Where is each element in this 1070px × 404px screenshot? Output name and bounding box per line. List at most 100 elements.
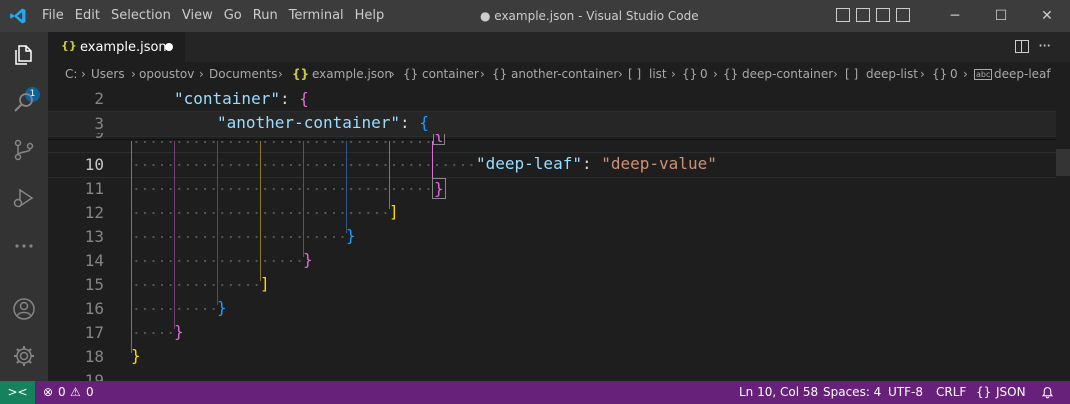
notifications-bell-icon[interactable]	[1041, 386, 1054, 399]
code-editor[interactable]: 2 3 9 10 11 12 13 14 15 16 17 18 19 "con…	[48, 86, 1070, 381]
breadcrumb-item[interactable]: C:	[65, 67, 77, 81]
sticky-scroll-separator	[48, 139, 1056, 140]
search-icon[interactable]	[12, 90, 36, 114]
run-debug-icon[interactable]	[12, 186, 36, 210]
errors-icon[interactable]: ⊗	[43, 385, 53, 399]
breadcrumb-item[interactable]: container	[422, 67, 479, 81]
breadcrumb-item[interactable]: 0	[700, 67, 708, 81]
string-icon: abc	[974, 69, 993, 80]
chevron-right-icon: ›	[833, 67, 838, 81]
more-actions-icon[interactable]: ···	[1038, 36, 1051, 55]
code-line-12: ]	[389, 202, 399, 221]
menu-bar: File Edit Selection View Go Run Terminal…	[42, 0, 395, 32]
scrollbar-thumb[interactable]	[1056, 149, 1070, 176]
menu-selection[interactable]: Selection	[111, 0, 179, 32]
object-icon: {}	[932, 67, 948, 81]
settings-gear-icon[interactable]	[12, 344, 36, 368]
cursor-position[interactable]: Ln 10, Col 58	[739, 385, 818, 399]
more-views-icon[interactable]	[12, 234, 36, 258]
warning-count[interactable]: 0	[86, 385, 94, 399]
menu-terminal[interactable]: Terminal	[289, 0, 352, 32]
breadcrumb-item[interactable]: Documents	[209, 67, 277, 81]
line-number: 9	[48, 133, 104, 142]
code-line-16: }	[217, 298, 227, 317]
line-number: 3	[94, 114, 104, 133]
indent-guide	[131, 141, 132, 353]
language-icon[interactable]: {}	[976, 385, 991, 399]
menu-help[interactable]: Help	[355, 0, 393, 32]
toggle-primary-sidebar-icon[interactable]	[836, 8, 850, 22]
chevron-right-icon: ›	[390, 67, 395, 81]
menu-view[interactable]: View	[182, 0, 221, 32]
vertical-scrollbar[interactable]	[1056, 86, 1070, 381]
chevron-right-icon: ›	[618, 67, 623, 81]
error-count[interactable]: 0	[58, 385, 66, 399]
indentation[interactable]: Spaces: 4	[823, 385, 881, 399]
line-number: 11	[84, 179, 104, 198]
warnings-icon[interactable]: ⚠	[70, 385, 81, 399]
code-line-9: {	[433, 134, 445, 145]
menu-edit[interactable]: Edit	[75, 0, 108, 32]
status-bar: >< ⊗ 0 ⚠ 0 Ln 10, Col 58 Spaces: 4 UTF-8…	[0, 381, 1070, 404]
code-line-10: "deep-leaf": "deep-value"	[476, 154, 717, 173]
customize-layout-icon[interactable]	[896, 8, 910, 22]
indent-guide	[174, 141, 175, 329]
line-number: 10	[84, 155, 104, 174]
whitespace-dots	[132, 332, 175, 334]
object-icon: {}	[723, 67, 739, 81]
whitespace-dots	[132, 308, 218, 310]
toggle-secondary-sidebar-icon[interactable]	[876, 8, 890, 22]
vscode-logo-icon	[10, 8, 26, 24]
split-editor-icon[interactable]	[1015, 40, 1029, 53]
line-number: 15	[84, 275, 104, 294]
language-mode[interactable]: JSON	[996, 385, 1026, 399]
breadcrumb-item[interactable]: deep-list	[866, 67, 918, 81]
breadcrumb: C: › Users › opoustov › Documents › {} e…	[48, 62, 1070, 86]
colon: :	[581, 154, 592, 173]
source-control-icon[interactable]	[12, 138, 36, 162]
whitespace-dots	[132, 284, 261, 286]
line-number: 2	[94, 89, 104, 108]
explorer-icon[interactable]	[12, 43, 36, 67]
remote-indicator-icon[interactable]: ><	[0, 381, 35, 404]
breadcrumb-item[interactable]: example.json	[312, 67, 392, 81]
breadcrumb-item[interactable]: deep-container	[742, 67, 833, 81]
colon: :	[279, 89, 290, 108]
chevron-right-icon: ›	[963, 67, 968, 81]
maximize-button[interactable]: ☐	[978, 0, 1024, 32]
tab-example-json[interactable]: {} example.json	[48, 32, 185, 62]
breadcrumb-item[interactable]: deep-leaf	[994, 67, 1051, 81]
breadcrumb-item[interactable]: list	[649, 67, 667, 81]
menu-file[interactable]: File	[42, 0, 72, 32]
code-line-2: "container": {	[174, 89, 309, 108]
chevron-right-icon: ›	[81, 67, 86, 81]
unsaved-dot-icon[interactable]	[165, 43, 173, 51]
chevron-right-icon: ›	[480, 67, 485, 81]
breadcrumb-item[interactable]: another-container	[511, 67, 618, 81]
line-number: 13	[84, 227, 104, 246]
code-line-17: }	[174, 322, 184, 341]
code-line-3: "another-container": {	[217, 113, 429, 132]
minimize-button[interactable]: ─	[932, 0, 978, 32]
end-of-line[interactable]: CRLF	[936, 385, 966, 399]
window-title: ● example.json - Visual Studio Code	[480, 9, 699, 23]
menu-go[interactable]: Go	[224, 0, 250, 32]
code-line-13: }	[346, 226, 356, 245]
close-button[interactable]: ✕	[1024, 0, 1070, 32]
editor-tabs: {} example.json ···	[48, 32, 1070, 62]
colon: :	[400, 113, 410, 132]
breadcrumb-item[interactable]: 0	[950, 67, 958, 81]
chevron-right-icon: ›	[920, 67, 925, 81]
breadcrumb-item[interactable]: opoustov	[139, 67, 194, 81]
breadcrumb-item[interactable]: Users	[91, 67, 125, 81]
object-icon: {}	[492, 67, 508, 81]
accounts-icon[interactable]	[12, 297, 36, 321]
toggle-panel-icon[interactable]	[856, 8, 870, 22]
encoding[interactable]: UTF-8	[888, 385, 923, 399]
chevron-right-icon: ›	[278, 67, 283, 81]
brace-open: {	[299, 89, 309, 108]
layout-controls	[836, 8, 910, 22]
menu-run[interactable]: Run	[253, 0, 286, 32]
whitespace-dots	[132, 212, 390, 214]
array-icon: [ ]	[845, 67, 859, 81]
